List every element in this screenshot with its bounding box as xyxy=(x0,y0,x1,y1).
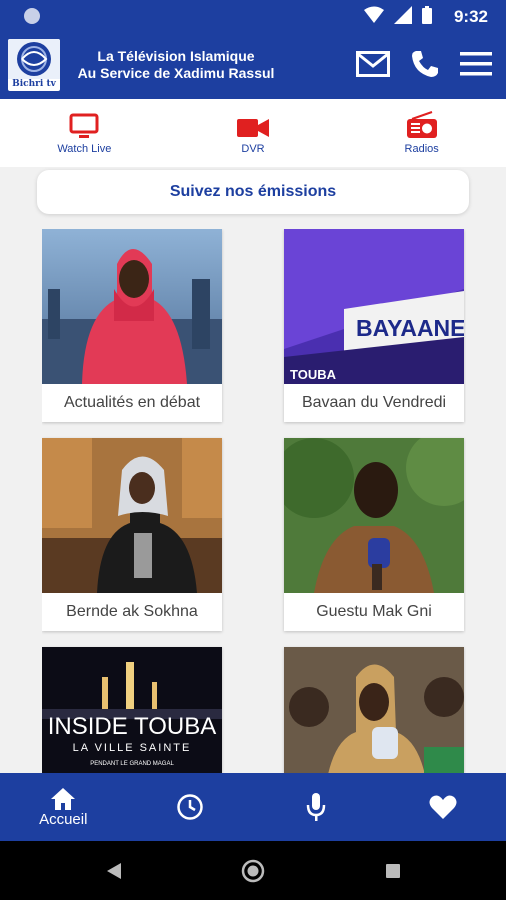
show-thumbnail xyxy=(42,229,222,384)
home-icon xyxy=(51,787,76,810)
show-thumbnail xyxy=(284,647,464,773)
wifi-icon xyxy=(364,6,384,23)
thumb-text: INSIDE TOUBA xyxy=(48,713,217,740)
show-card[interactable] xyxy=(284,647,464,773)
logo-text: Bichri tv xyxy=(12,79,56,89)
menu-icon[interactable] xyxy=(460,52,492,76)
show-card[interactable]: Actualités en débat xyxy=(42,229,222,422)
show-thumbnail: BAYAANE TOUBA xyxy=(284,229,464,384)
app-title-line1: La Télévision Islamique xyxy=(97,48,255,64)
show-card[interactable]: Bernde ak Sokhna xyxy=(42,438,222,631)
nav-podcasts[interactable] xyxy=(253,773,380,841)
show-title: Bernde ak Sokhna xyxy=(66,603,198,620)
tab-radios-label: Radios xyxy=(404,143,439,155)
show-title: Guestu Mak Gni xyxy=(316,603,432,620)
tab-watch-live-label: Watch Live xyxy=(57,143,112,155)
top-tabs: Watch Live DVR Radios xyxy=(0,99,506,167)
thumb-caption: PENDANT LE GRAND MAGAL xyxy=(90,761,174,767)
tab-dvr-label: DVR xyxy=(241,143,265,155)
show-card[interactable]: INSIDE TOUBA LA VILLE SAINTE PENDANT LE … xyxy=(42,647,222,773)
phone-icon[interactable] xyxy=(410,49,440,79)
shows-grid: Actualités en débat BAYAANE TOUBA Bavaan… xyxy=(42,229,466,773)
status-time: 9:32 xyxy=(453,7,488,26)
status-bar: 9:32 xyxy=(0,0,506,33)
thumb-subtext: TOUBA xyxy=(290,367,337,382)
app-bar: Bichri tv La Télévision Islamique Au Ser… xyxy=(0,33,506,99)
logo-emblem-icon xyxy=(8,39,60,79)
status-icons xyxy=(364,6,432,24)
nav-home[interactable]: Accueil xyxy=(0,773,127,841)
microphone-icon xyxy=(307,793,326,821)
show-thumbnail xyxy=(284,438,464,593)
tab-watch-live[interactable]: Watch Live xyxy=(0,99,169,167)
notification-dot-icon xyxy=(24,8,40,24)
show-title: Actualités en débat xyxy=(63,394,201,411)
signal-icon xyxy=(394,6,412,24)
show-title: Bavaan du Vendredi xyxy=(301,394,447,411)
app-logo: Bichri tv xyxy=(8,39,60,91)
app-title: La Télévision Islamique Au Service de Xa… xyxy=(64,48,288,82)
bottom-nav: Accueil xyxy=(0,773,506,841)
show-card[interactable]: BAYAANE TOUBA Bavaan du Vendredi xyxy=(284,229,464,422)
thumb-subtext: LA VILLE SAINTE xyxy=(73,742,192,754)
video-camera-icon xyxy=(237,119,269,137)
system-nav-bar xyxy=(0,841,506,900)
show-thumbnail xyxy=(42,438,222,593)
section-title: Suivez nos émissions xyxy=(169,183,337,200)
app-title-line2: Au Service de Xadimu Rassul xyxy=(77,65,275,81)
tv-icon xyxy=(69,113,99,138)
nav-history[interactable] xyxy=(127,773,254,841)
tab-radios[interactable]: Radios xyxy=(337,99,506,167)
heart-icon xyxy=(429,795,457,819)
tab-dvr[interactable]: DVR xyxy=(169,99,338,167)
recents-icon[interactable] xyxy=(385,863,401,879)
mail-icon[interactable] xyxy=(356,51,390,77)
nav-home-label: Accueil xyxy=(39,810,88,828)
battery-icon xyxy=(422,6,432,24)
show-card[interactable]: Guestu Mak Gni xyxy=(284,438,464,631)
back-icon[interactable] xyxy=(106,862,122,880)
show-thumbnail: INSIDE TOUBA LA VILLE SAINTE PENDANT LE … xyxy=(42,647,222,773)
nav-favorites[interactable] xyxy=(380,773,506,841)
home-button-icon[interactable] xyxy=(241,859,265,883)
radio-icon xyxy=(406,111,437,138)
clock-icon xyxy=(177,794,203,820)
thumb-text: BAYAANE xyxy=(356,315,464,341)
section-header[interactable]: Suivez nos émissions xyxy=(37,170,469,214)
